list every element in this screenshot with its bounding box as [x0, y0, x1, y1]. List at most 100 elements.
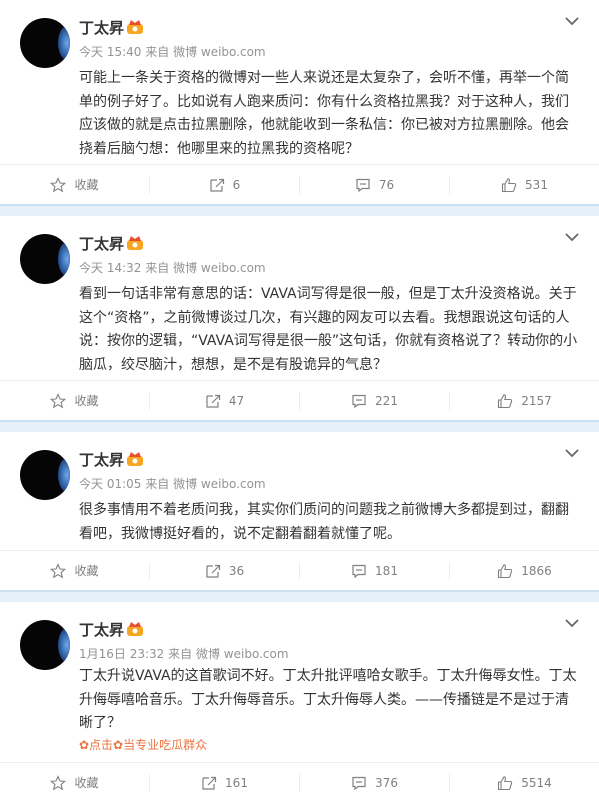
- author-name[interactable]: 丁太昇: [79, 17, 124, 38]
- like-count: 1866: [521, 563, 552, 578]
- post-source[interactable]: 微博 weibo.com: [173, 45, 266, 59]
- repost-count: 6: [232, 177, 241, 192]
- thumbs-up-icon: [498, 393, 513, 408]
- favorite-button[interactable]: 收藏: [0, 381, 149, 420]
- comment-icon: [352, 394, 366, 408]
- content-line: 这个“资格”，之前微博谈过几次，有兴趣的网友可以去看。我想跟说这句话的人: [79, 309, 570, 326]
- content-line: 很多事情用不着老质问我，其实你们质问的问题我之前微博大多都提到过，翻翻: [79, 502, 569, 518]
- comment-count: 76: [378, 177, 395, 192]
- content-line: 脑瓜，绞尽脑汁，想想，是不是有股诡异的气息？: [79, 356, 387, 373]
- favorite-label: 收藏: [74, 776, 99, 790]
- like-button[interactable]: 5514: [449, 773, 599, 792]
- repost-count: 161: [225, 775, 248, 790]
- content-line: 晰了？: [79, 715, 121, 731]
- content-line: 看吧，我微博挺好看的，说不定翻着翻着就懂了呢。: [79, 525, 401, 542]
- post-source[interactable]: 微博 weibo.com: [173, 477, 266, 491]
- content-line: 应该做的就是点击拉黑删除，他就能收到一条私信：你已被对方拉黑删除。他会: [79, 117, 569, 133]
- thumbs-up-icon: [501, 177, 517, 192]
- post-time[interactable]: 今天 15:40: [79, 45, 141, 59]
- repost-icon: [202, 776, 217, 790]
- post-content: 丁太升说VAVA的这首歌词不好。丁太升批评嘻哈女歌手。丁太升侮辱女性。丁太 升侮…: [79, 665, 581, 736]
- like-button[interactable]: 531: [449, 175, 599, 194]
- repost-icon: [206, 564, 220, 578]
- star-icon: [50, 176, 67, 192]
- avatar[interactable]: [20, 234, 70, 284]
- feed-separator: [0, 204, 599, 216]
- chevron-down-icon[interactable]: [565, 448, 579, 458]
- post-content: 可能上一条关于资格的微博对一些人来说还是太复杂了，会听不懂，再举一个简 单的例子…: [79, 67, 581, 161]
- post-content: 很多事情用不着老质问我，其实你们质问的问题我之前微博大多都提到过，翻翻 看吧，我…: [79, 499, 581, 546]
- post-content: 看到一句话非常有意思的话：VAVA词写得是很一般，但是丁太升没资格说。关于 这个…: [79, 283, 581, 377]
- like-count: 2157: [521, 393, 552, 408]
- content-line: 说：按你的逻辑，“VAVA词写得是很一般”这句话，你就有资格说了？转动你的小: [79, 333, 578, 349]
- favorite-button[interactable]: 收藏: [0, 551, 149, 590]
- avatar[interactable]: [20, 18, 70, 68]
- like-count: 531: [525, 177, 548, 192]
- post-meta: 今天 15:40 来自 微博 weibo.com: [79, 43, 266, 60]
- content-line: 挠着后脑勺想：他哪里来的拉黑我的资格呢？: [79, 140, 359, 157]
- action-bar: 收藏 6 76 531: [0, 164, 599, 204]
- action-bar: 收藏 47 221 2157: [0, 380, 599, 420]
- author-name[interactable]: 丁太昇: [79, 619, 124, 640]
- chevron-down-icon[interactable]: [565, 618, 579, 628]
- comment-button[interactable]: 181: [299, 561, 449, 580]
- like-button[interactable]: 1866: [449, 561, 599, 580]
- repost-icon: [210, 178, 224, 192]
- repost-count: 36: [228, 563, 245, 578]
- avatar[interactable]: [20, 620, 70, 670]
- repost-button[interactable]: 36: [149, 561, 299, 580]
- chevron-down-icon[interactable]: [565, 16, 579, 26]
- action-bar: 收藏 161 376 5514: [0, 762, 599, 802]
- favorite-button[interactable]: 收藏: [0, 763, 149, 802]
- favorite-label: 收藏: [74, 564, 99, 578]
- like-button[interactable]: 2157: [449, 391, 599, 410]
- favorite-label: 收藏: [74, 178, 99, 192]
- post-source[interactable]: 微博 weibo.com: [196, 647, 289, 661]
- vip-badge-icon: [127, 20, 143, 34]
- post-source[interactable]: 微博 weibo.com: [173, 261, 266, 275]
- repost-button[interactable]: 47: [149, 391, 299, 410]
- source-prefix: 来自: [145, 477, 170, 491]
- vip-badge-icon: [127, 452, 143, 466]
- comment-icon: [356, 178, 370, 192]
- star-icon: [50, 392, 67, 408]
- source-tag-link[interactable]: ✿点击✿当专业吃瓜群众: [79, 736, 207, 753]
- repost-button[interactable]: 6: [149, 175, 299, 194]
- thumbs-up-icon: [498, 563, 513, 578]
- comment-button[interactable]: 76: [299, 175, 449, 194]
- chevron-down-icon[interactable]: [565, 232, 579, 242]
- source-prefix: 来自: [145, 261, 170, 275]
- content-line: 看到一句话非常有意思的话：VAVA词写得是很一般，但是丁太升没资格说。关于: [79, 286, 577, 302]
- content-line: 升侮辱嘻哈音乐。丁太升侮辱音乐。丁太升侮辱人类。——传播链是不是过于清: [79, 691, 569, 708]
- weibo-feed: 丁太昇 今天 15:40 来自 微博 weibo.com 可能上一条关于资格的微…: [0, 0, 599, 802]
- comment-icon: [352, 776, 366, 790]
- like-count: 5514: [521, 775, 552, 790]
- feed-separator: [0, 590, 599, 602]
- star-icon: [50, 562, 67, 578]
- comment-button[interactable]: 221: [299, 391, 449, 410]
- repost-button[interactable]: 161: [149, 773, 299, 792]
- author-name[interactable]: 丁太昇: [79, 449, 124, 470]
- content-line: 单的例子好了。比如说有人跑来质问：你有什么资格拉黑我？对于这种人，我们: [79, 93, 569, 110]
- post: 丁太昇 1月16日 23:32 来自 微博 weibo.com 丁太升说VAVA…: [0, 602, 599, 802]
- vip-badge-icon: [127, 236, 143, 250]
- thumbs-up-icon: [498, 775, 513, 790]
- author-name[interactable]: 丁太昇: [79, 233, 124, 254]
- post: 丁太昇 今天 15:40 来自 微博 weibo.com 可能上一条关于资格的微…: [0, 0, 599, 204]
- favorite-button[interactable]: 收藏: [0, 165, 149, 204]
- comment-count: 221: [375, 393, 398, 408]
- comment-button[interactable]: 376: [299, 773, 449, 792]
- source-prefix: 来自: [168, 647, 193, 661]
- post: 丁太昇 今天 01:05 来自 微博 weibo.com 很多事情用不着老质问我…: [0, 432, 599, 590]
- post-time[interactable]: 今天 01:05: [79, 477, 141, 491]
- comment-icon: [352, 564, 366, 578]
- post-time[interactable]: 1月16日 23:32: [79, 647, 164, 661]
- avatar[interactable]: [20, 450, 70, 500]
- post-time[interactable]: 今天 14:32: [79, 261, 141, 275]
- vip-badge-icon: [127, 622, 143, 636]
- star-icon: [50, 774, 67, 790]
- content-line: 丁太升说VAVA的这首歌词不好。丁太升批评嘻哈女歌手。丁太升侮辱女性。丁太: [79, 668, 577, 684]
- post-meta: 今天 14:32 来自 微博 weibo.com: [79, 259, 266, 276]
- action-bar: 收藏 36 181 1866: [0, 550, 599, 590]
- comment-count: 181: [375, 563, 398, 578]
